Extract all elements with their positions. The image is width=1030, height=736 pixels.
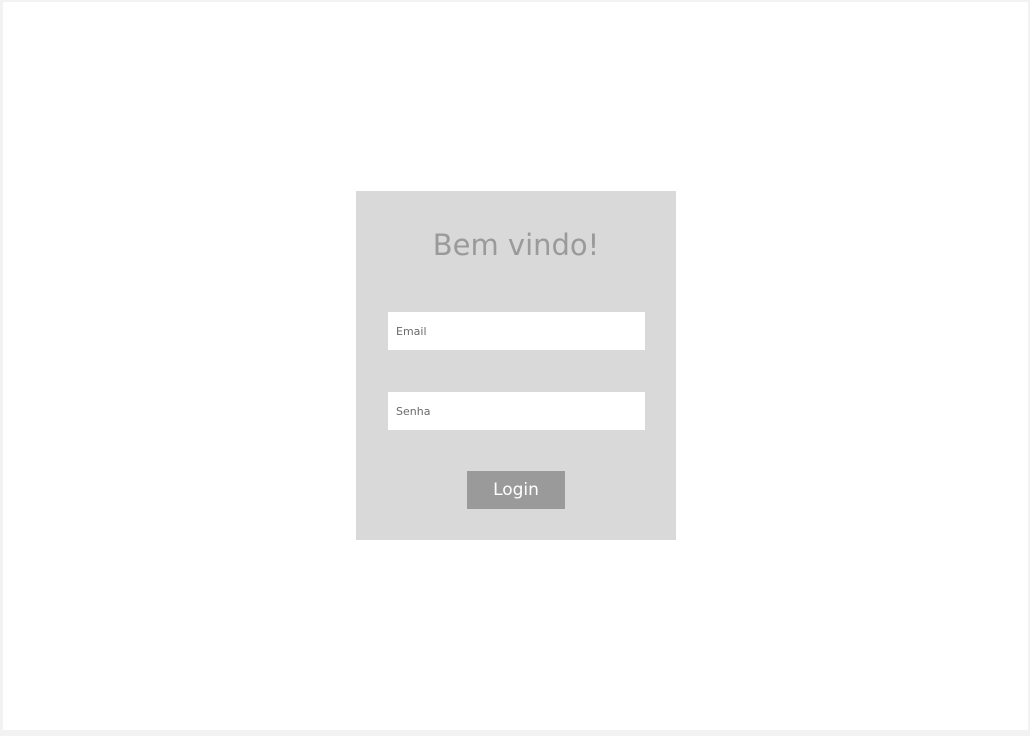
login-card: Bem vindo! Login [356,191,676,540]
login-button[interactable]: Login [467,471,565,509]
welcome-title: Bem vindo! [432,228,600,262]
page-canvas: Bem vindo! Login [3,2,1028,730]
password-field[interactable] [388,392,645,430]
email-field[interactable] [388,312,645,350]
